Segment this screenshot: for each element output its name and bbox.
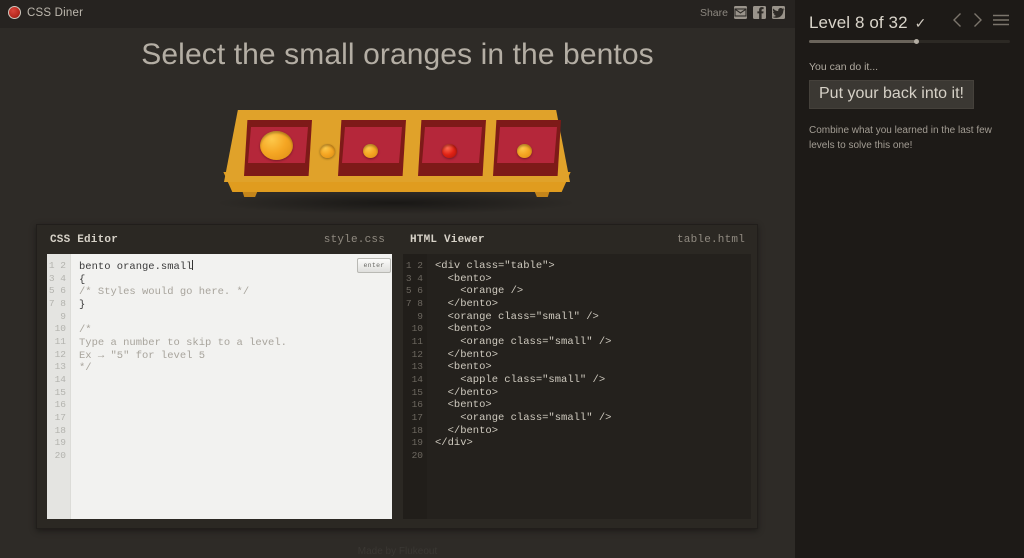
brand-name: CSS Diner bbox=[27, 7, 83, 19]
orange-big-in-bento-1[interactable] bbox=[260, 131, 293, 160]
table-scene bbox=[0, 96, 795, 216]
hint-text: Combine what you learned in the last few… bbox=[809, 123, 1010, 153]
orange-small-in-bento-4[interactable] bbox=[517, 144, 532, 158]
apple-small-in-bento-3[interactable] bbox=[442, 144, 457, 158]
html-viewer-body: 1 2 3 4 5 6 7 8 9 10 11 12 13 14 15 16 1… bbox=[403, 254, 751, 519]
check-icon: ✓ bbox=[915, 16, 927, 30]
brand-logo[interactable]: CSS Diner bbox=[8, 6, 83, 19]
css-line-numbers: 1 2 3 4 5 6 7 8 9 10 11 12 13 14 15 16 1… bbox=[47, 254, 71, 519]
footer-credit[interactable]: Made by Flukeout bbox=[0, 546, 795, 557]
html-viewer-header: HTML Viewer table.html bbox=[397, 225, 757, 254]
email-icon[interactable] bbox=[734, 6, 747, 19]
css-editor-filename: style.css bbox=[324, 234, 385, 246]
editor-area: CSS Editor style.css 1 2 3 4 5 6 7 8 9 1… bbox=[36, 224, 758, 529]
css-input[interactable]: bento orange.small { /* Styles would go … bbox=[71, 254, 392, 519]
sidebar: Level 8 of 32 ✓ You can do it... Put you… bbox=[795, 0, 1024, 558]
html-viewer-title: HTML Viewer bbox=[410, 234, 485, 246]
progress-fill bbox=[809, 40, 916, 43]
logo-icon bbox=[8, 6, 21, 19]
orange-small-in-bento-2[interactable] bbox=[363, 144, 378, 158]
chevron-left-icon[interactable] bbox=[952, 12, 963, 33]
twitter-icon[interactable] bbox=[772, 6, 785, 19]
table bbox=[218, 104, 574, 208]
html-viewer-panel: HTML Viewer table.html 1 2 3 4 5 6 7 8 9… bbox=[397, 225, 757, 528]
facebook-icon[interactable] bbox=[753, 6, 766, 19]
main-area: CSS Diner Share Select the small oranges… bbox=[0, 0, 795, 558]
orange-small-on-table[interactable] bbox=[320, 144, 335, 158]
level-title: Level 8 of 32 bbox=[809, 13, 908, 33]
css-editor-header: CSS Editor style.css bbox=[37, 225, 397, 254]
html-viewer-filename: table.html bbox=[677, 234, 745, 246]
share-label: Share bbox=[700, 7, 728, 19]
progress-knob bbox=[914, 39, 919, 44]
css-editor-body[interactable]: 1 2 3 4 5 6 7 8 9 10 11 12 13 14 15 16 1… bbox=[47, 254, 392, 519]
level-nav bbox=[952, 12, 1010, 33]
chevron-right-icon[interactable] bbox=[972, 12, 983, 33]
html-line-numbers: 1 2 3 4 5 6 7 8 9 10 11 12 13 14 15 16 1… bbox=[403, 254, 427, 519]
css-diner-app: CSS Diner Share Select the small oranges… bbox=[0, 0, 1024, 558]
help-button[interactable]: Put your back into it! bbox=[809, 80, 974, 109]
css-editor-panel: CSS Editor style.css 1 2 3 4 5 6 7 8 9 1… bbox=[37, 225, 397, 528]
share-group: Share bbox=[700, 6, 785, 19]
css-editor-title: CSS Editor bbox=[50, 234, 118, 246]
html-markup: <div class="table"> <bento> <orange /> <… bbox=[427, 254, 751, 519]
level-progress-bar bbox=[809, 40, 1010, 43]
encourage-text: You can do it... bbox=[809, 61, 1010, 73]
hamburger-menu-icon[interactable] bbox=[992, 13, 1010, 32]
enter-button[interactable]: enter bbox=[357, 258, 391, 273]
table-shadow bbox=[218, 192, 574, 214]
page-title: Select the small oranges in the bentos bbox=[0, 38, 795, 72]
top-bar: CSS Diner Share bbox=[0, 0, 795, 28]
level-header: Level 8 of 32 ✓ bbox=[809, 12, 1010, 33]
